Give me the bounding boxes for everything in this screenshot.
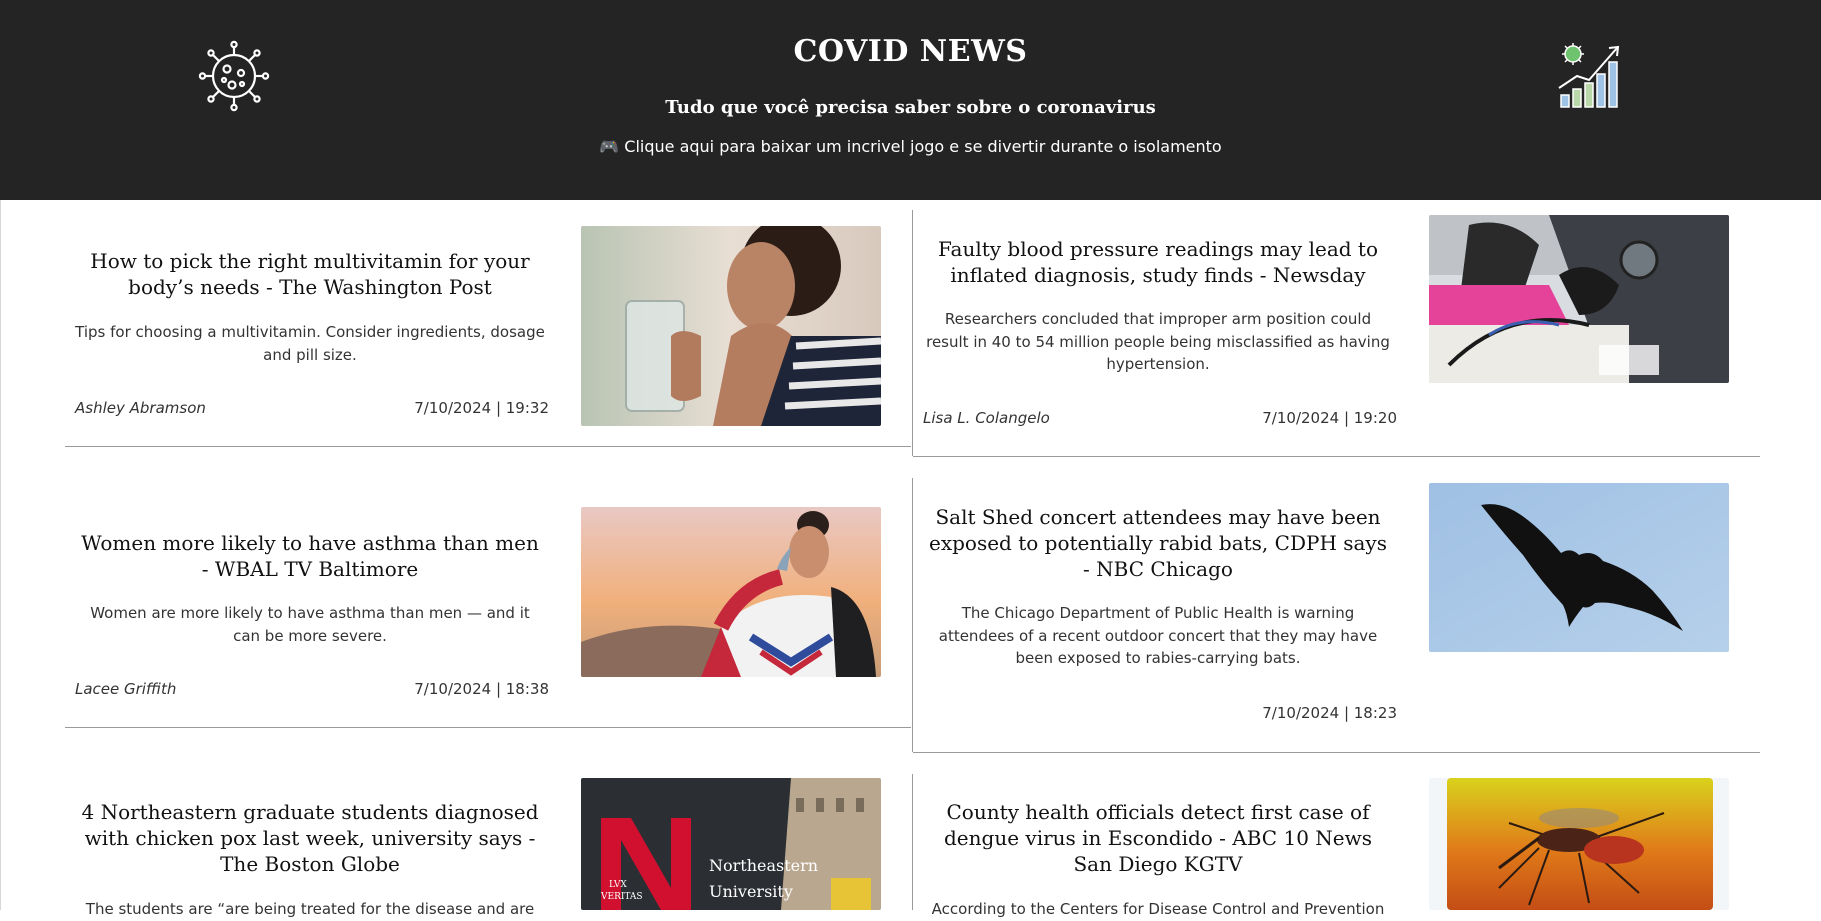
news-datetime: 7/10/2024 | 19:20 (1262, 409, 1397, 427)
news-description: According to the Centers for Disease Con… (931, 900, 1385, 918)
card-divider (65, 446, 911, 447)
card-divider (65, 727, 911, 728)
card-divider (913, 456, 1760, 457)
news-description: Researchers concluded that improper arm … (926, 310, 1390, 373)
northeastern-university-sign-photo[interactable]: LVX VERITAS Northeastern University (581, 778, 881, 910)
news-description: Tips for choosing a multivitamin. Consid… (75, 323, 545, 364)
page-left-edge (0, 200, 1, 910)
news-description: The Chicago Department of Public Health … (938, 604, 1378, 667)
site-subtitle: Tudo que você precisa saber sobre o coro… (665, 97, 1156, 118)
news-datetime: 7/10/2024 | 18:23 (1262, 704, 1397, 722)
news-card[interactable]: Salt Shed concert attendees may have bee… (913, 478, 1759, 752)
news-description: The students are “are being treated for … (85, 900, 535, 918)
card-divider (912, 210, 913, 456)
download-game-link[interactable]: 🎮 Clique aqui para baixar um incrivel jo… (0, 137, 1821, 156)
news-author: Ashley Abramson (75, 399, 206, 417)
woman-taking-pill-photo[interactable] (581, 226, 881, 426)
news-datetime: 7/10/2024 | 19:32 (414, 399, 549, 417)
mosquito-photo[interactable] (1429, 778, 1729, 910)
news-headline[interactable]: 4 Northeastern graduate students diagnos… (75, 799, 545, 877)
news-headline[interactable]: Faulty blood pressure readings may lead … (923, 236, 1393, 288)
news-card[interactable]: Faulty blood pressure readings may lead … (913, 210, 1759, 456)
sign-text-veritas: VERITAS (601, 892, 643, 902)
blood-pressure-measurement-photo[interactable] (1429, 215, 1729, 383)
news-headline[interactable]: County health officials detect first cas… (923, 799, 1393, 877)
card-divider (912, 774, 913, 910)
growth-chart-icon (1555, 40, 1627, 112)
woman-using-inhaler-photo[interactable] (581, 507, 881, 677)
sign-text-lvx: LVX (609, 880, 627, 890)
news-card[interactable]: Women more likely to have asthma than me… (65, 482, 911, 727)
news-headline[interactable]: Salt Shed concert attendees may have bee… (923, 504, 1393, 582)
news-author: Lisa L. Colangelo (923, 409, 1050, 427)
sign-text-university: University (709, 882, 793, 901)
sign-text-northeastern: Northeastern (709, 856, 819, 875)
site-title: COVID NEWS (793, 34, 1028, 69)
bat-in-sky-photo[interactable] (1429, 483, 1729, 652)
news-datetime: 7/10/2024 | 18:38 (414, 680, 549, 698)
site-header: COVID NEWS Tudo que você precisa saber s… (0, 0, 1821, 200)
card-divider (912, 478, 913, 752)
news-card[interactable]: How to pick the right multivitamin for y… (65, 200, 911, 446)
news-card[interactable]: County health officials detect first cas… (913, 774, 1759, 918)
news-author: Lacee Griffith (75, 680, 177, 698)
card-divider (913, 752, 1760, 753)
news-headline[interactable]: Women more likely to have asthma than me… (75, 530, 545, 582)
news-card[interactable]: 4 Northeastern graduate students diagnos… (65, 761, 911, 918)
news-description: Women are more likely to have asthma tha… (90, 604, 530, 645)
news-headline[interactable]: How to pick the right multivitamin for y… (75, 248, 545, 300)
